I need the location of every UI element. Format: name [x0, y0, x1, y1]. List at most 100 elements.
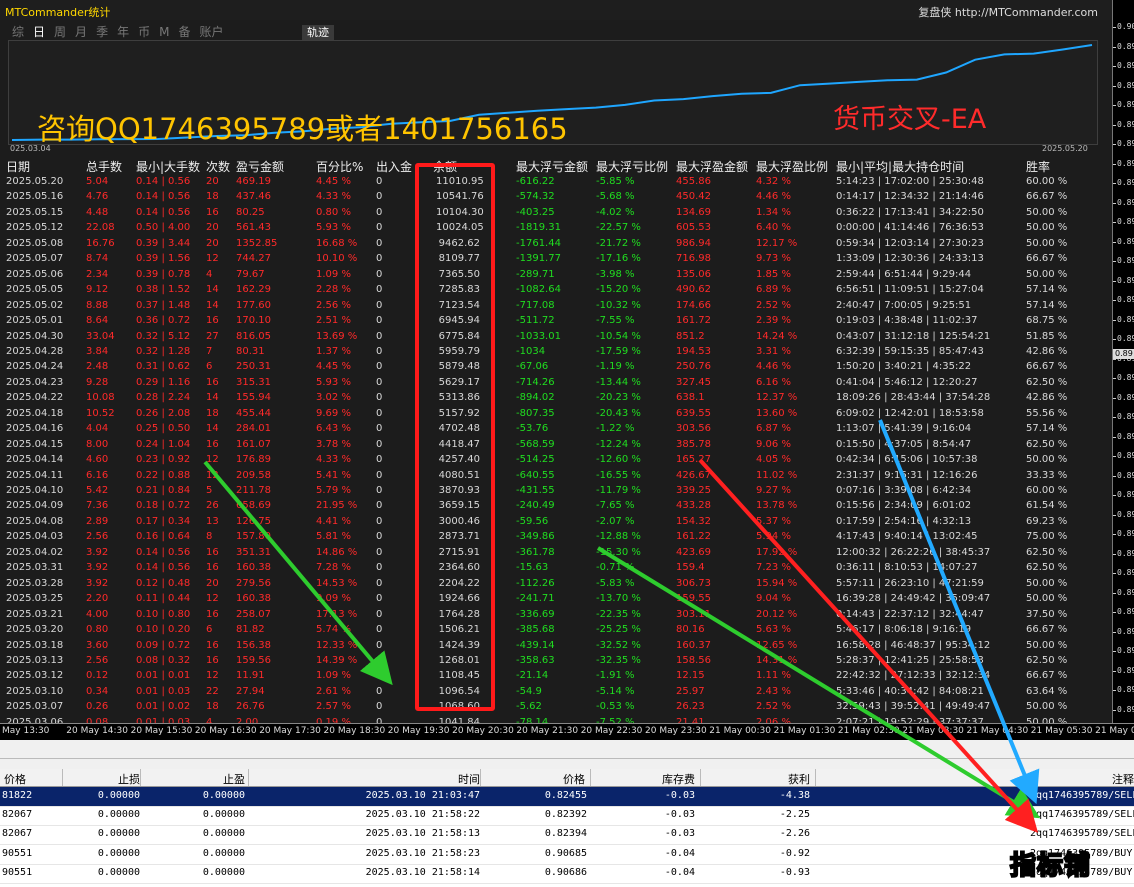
table-row: 2025.04.08 2.89 0.17 | 0.34 13 126.75 4.41 % 0…: [0, 514, 1112, 529]
cell-9: -32.52 %: [596, 639, 641, 651]
order-row[interactable]: 81822 0.00000 0.00000 2025.03.10 21:03:47 0.…: [0, 787, 1134, 807]
tab-4[interactable]: 季: [96, 24, 108, 40]
cell-12: 2:40:47 | 7:00:05 | 9:25:51: [836, 299, 972, 311]
cell-11: 12.17 %: [756, 237, 798, 249]
tab-5[interactable]: 年: [117, 24, 129, 40]
cell-8: -514.25: [516, 454, 555, 466]
price-tick-label: 0.89: [1117, 548, 1134, 558]
orders-col-header-0: 价格: [4, 773, 26, 786]
tab-9[interactable]: 账户: [199, 24, 223, 40]
cell-0: 2025.03.31: [6, 562, 64, 574]
cell-12: 0:43:07 | 31:12:18 | 125:54:21: [836, 330, 991, 342]
cell-5: 5.93 %: [316, 222, 351, 234]
order-cell-4: 0.90686: [544, 866, 587, 878]
time-tick-label: 20 May 18:30: [323, 726, 386, 736]
cell-6: 0: [376, 392, 383, 404]
order-row[interactable]: 90551 0.00000 0.00000 2025.03.10 21:58:23 0.…: [0, 845, 1134, 865]
cell-1: 10.52: [86, 407, 115, 419]
cell-8: -1391.77: [516, 253, 561, 265]
table-row: 2025.05.20 5.04 0.14 | 0.56 20 469.19 4.45 % 0…: [0, 174, 1112, 189]
site-link[interactable]: 复盘侠 http://MTCommander.com: [918, 4, 1098, 20]
cell-3: 16: [206, 206, 219, 218]
time-axis: May 13:30 20 May 14:30 20 May 15:30 20 May …: [0, 723, 1134, 741]
cell-10: 450.42: [676, 191, 711, 203]
cell-7: 5959.79: [438, 345, 480, 357]
cell-0: 2025.03.07: [6, 701, 64, 713]
cell-5: 13.69 %: [316, 330, 358, 342]
cell-10: 306.73: [676, 577, 711, 589]
tab-8[interactable]: 备: [178, 24, 190, 40]
table-row: 2025.04.09 7.36 0.18 | 0.72 26 658.69 21.95 %…: [0, 498, 1112, 513]
orders-header: 价格 止损 止盈 时间 价格 库存费 获利 注释: [0, 769, 1134, 787]
cell-4: 159.56: [236, 654, 271, 666]
cell-12: 0:15:56 | 2:34:09 | 6:01:02: [836, 500, 972, 512]
price-tick-label: 0.89: [1117, 490, 1134, 499]
order-cell-6: -0.92: [779, 847, 810, 859]
cell-3: 18: [206, 407, 219, 419]
cell-1: 3.84: [86, 345, 109, 357]
cell-1: 8.64: [86, 315, 109, 327]
cell-9: -2.07 %: [596, 515, 635, 527]
cell-3: 20: [206, 176, 219, 187]
cell-10: 426.67: [676, 469, 711, 481]
cell-3: 6: [206, 361, 213, 373]
cell-10: 986.94: [676, 237, 711, 249]
cell-9: -25.25 %: [596, 624, 641, 636]
cell-13: 42.86 %: [1026, 345, 1068, 357]
order-row[interactable]: 82067 0.00000 0.00000 2025.03.10 21:58:13 0.…: [0, 825, 1134, 846]
cell-9: -11.79 %: [596, 485, 641, 496]
cell-2: 0.09 | 0.72: [136, 639, 191, 651]
cell-6: 0: [376, 500, 383, 512]
cell-4: 170.10: [236, 315, 271, 327]
cell-10: 339.25: [676, 485, 711, 496]
order-row[interactable]: 82067 0.00000 0.00000 2025.03.10 21:58:22 0.…: [0, 806, 1134, 827]
cell-13: 60.00 %: [1026, 176, 1068, 187]
price-tick-label: 0.89: [1117, 646, 1134, 655]
order-cell-7: 2qq1746395789/SELL: [1030, 828, 1134, 840]
orders-col-header-3: 时间: [458, 773, 480, 786]
tab-track[interactable]: 轨迹: [302, 25, 334, 40]
cell-5: 4.33 %: [316, 191, 351, 203]
cell-9: -10.32 %: [596, 299, 641, 311]
price-tick: [1113, 631, 1116, 633]
cell-0: 2025.03.20: [6, 624, 64, 636]
cell-11: 20.12 %: [756, 608, 798, 620]
price-tick-label: 0.89: [1117, 626, 1134, 636]
tab-2[interactable]: 周: [54, 24, 66, 40]
cell-2: 0.10 | 0.20: [136, 624, 191, 636]
tab-3[interactable]: 月: [75, 24, 87, 40]
cell-7: 6945.94: [438, 315, 480, 327]
time-tick-label: 21 May 00:30: [709, 726, 772, 736]
cell-6: 0: [376, 376, 383, 388]
tab-6[interactable]: 币: [138, 24, 150, 40]
cell-10: 12.15: [676, 670, 705, 682]
cell-6: 0: [376, 685, 383, 697]
cell-5: 14.39 %: [316, 654, 358, 666]
cell-2: 0.14 | 0.56: [136, 562, 191, 574]
order-row[interactable]: 90551 0.00000 0.00000 2025.03.10 21:58:14 0.…: [0, 864, 1134, 884]
price-tick-label: 0.89: [1117, 412, 1134, 421]
tab-1[interactable]: 日: [33, 24, 45, 40]
order-cell-7: 2qq1746395789/SELL: [1030, 809, 1134, 821]
time-tick-label: 20 May 21:30: [516, 726, 579, 736]
cell-7: 1764.28: [438, 608, 480, 620]
cell-4: 176.89: [236, 454, 271, 466]
cell-7: 3659.15: [438, 500, 480, 512]
cell-6: 0: [376, 608, 383, 620]
cell-9: -22.35 %: [596, 608, 641, 620]
cell-5: 6.43 %: [316, 423, 351, 435]
cell-4: 561.43: [236, 222, 271, 234]
price-tick: [1113, 319, 1116, 321]
time-tick-label: 20 May 15:30: [130, 726, 193, 736]
order-cell-1: 0.00000: [97, 790, 140, 801]
terminal-splitter[interactable]: [0, 740, 1134, 770]
tab-7[interactable]: M: [159, 24, 169, 40]
tab-0[interactable]: 综: [12, 24, 24, 40]
cell-7: 1924.66: [438, 593, 480, 605]
order-cell-4: 0.82394: [544, 828, 587, 840]
price-tick: [1113, 66, 1116, 67]
cell-12: 0:17:59 | 2:54:16 | 4:32:13: [836, 515, 972, 527]
cell-5: 21.95 %: [316, 500, 358, 512]
cell-4: 284.01: [236, 423, 271, 435]
cell-0: 2025.05.01: [6, 315, 64, 327]
